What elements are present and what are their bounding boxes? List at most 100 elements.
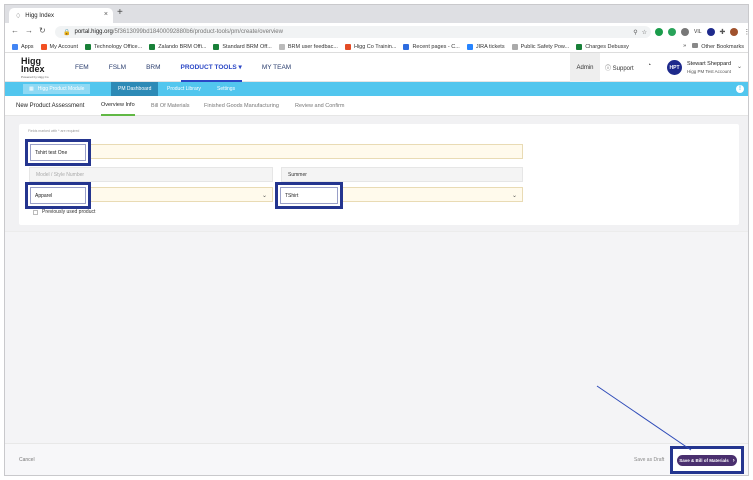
extension-vil-icon[interactable]: VIL <box>694 29 702 35</box>
product-type-value[interactable]: TShirt <box>280 187 338 204</box>
extension-green-icon[interactable] <box>655 28 663 36</box>
extension-icons: VIL ✚ ⋮ <box>655 26 748 38</box>
higg-index-logo[interactable]: Higg Index Powered by Higg Co <box>21 57 49 80</box>
zoom-icon[interactable]: ⚲ <box>633 29 637 36</box>
category-value[interactable]: Apparel <box>30 187 86 204</box>
category-select[interactable]: ⌄ <box>87 187 273 202</box>
product-name-input[interactable]: Tshirt test One <box>30 144 86 161</box>
save-and-bom-button[interactable]: Save & Bill of Materials › <box>677 455 737 466</box>
user-menu[interactable]: Stewart Sheppard Higg PM Test Account <box>687 61 731 75</box>
extension-grammarly-icon[interactable] <box>668 28 676 36</box>
bookmark-label: Charges Debussy <box>585 43 629 50</box>
history-icon[interactable]: ◔ <box>647 62 651 69</box>
reload-icon[interactable]: ↻ <box>39 26 46 35</box>
other-bookmarks[interactable]: Other Bookmarks <box>692 43 744 50</box>
main-nav: FEM FSLM BRM PRODUCT TOOLS ▾ MY TEAM <box>75 53 311 82</box>
subnav-settings[interactable]: Settings <box>210 82 242 96</box>
tab-strip: ♢ Higg Index × + <box>5 5 748 23</box>
browser-tab[interactable]: ♢ Higg Index × <box>9 8 113 23</box>
product-type-select[interactable]: ⌄ <box>337 187 523 202</box>
bookmark-item[interactable]: Zalando BRM Offi... <box>149 43 207 50</box>
cancel-button[interactable]: Cancel <box>19 457 35 463</box>
bookmark-item[interactable]: My Account <box>40 43 78 50</box>
back-arrow-icon[interactable]: ← <box>11 26 19 35</box>
higg-leaf-icon: ♢ <box>15 12 22 20</box>
subnav-pm-dashboard[interactable]: PM Dashboard <box>111 82 159 96</box>
kebab-menu-icon[interactable]: ⋮ <box>743 28 748 36</box>
bookmark-item[interactable]: Public Safety Pow... <box>511 43 569 50</box>
grid-icon: ▦ <box>29 86 34 92</box>
nav-brm[interactable]: BRM <box>146 53 160 82</box>
bookmarks-overflow[interactable]: » <box>683 43 686 50</box>
module-subnav: ▦ Higg Product Module PM Dashboard Produ… <box>5 82 748 96</box>
nav-my-team[interactable]: MY TEAM <box>262 53 291 82</box>
support-link[interactable]: ⓘ Support <box>605 63 634 72</box>
bookmark-label: BRM user feedbac... <box>287 43 338 50</box>
bookmark-icon <box>344 43 351 50</box>
module-switcher[interactable]: ▦ Higg Product Module <box>23 84 91 94</box>
close-tab-icon[interactable]: × <box>104 11 108 18</box>
assessment-tabs: New Product Assessment Overview Info Bil… <box>5 96 748 116</box>
address-bar[interactable]: 🔒 portal.higg.org /5f3613099bd1840009288… <box>55 26 651 38</box>
tab-review-confirm[interactable]: Review and Confirm <box>295 96 345 116</box>
info-icon[interactable]: ! <box>736 85 744 93</box>
bookmark-icon <box>84 43 91 50</box>
bookmark-item[interactable]: Higg Co Trainin... <box>344 43 397 50</box>
tab-bill-of-materials[interactable]: Bill Of Materials <box>151 96 190 116</box>
nav-product-tools[interactable]: PRODUCT TOOLS ▾ <box>180 53 242 82</box>
product-name-field-extension[interactable] <box>87 144 523 159</box>
bookmark-label: Higg Co Trainin... <box>353 43 397 50</box>
chevron-down-icon[interactable]: ⌄ <box>737 63 742 70</box>
bookmark-label: My Account <box>49 43 78 50</box>
bookmark-icon <box>466 43 473 50</box>
star-icon[interactable]: ☆ <box>642 29 647 36</box>
new-tab-button[interactable]: + <box>117 7 123 18</box>
tab-finished-goods[interactable]: Finished Goods Manufacturing <box>204 96 279 116</box>
support-label: Support <box>612 66 634 72</box>
bookmark-item[interactable]: Recent pages - C... <box>403 43 460 50</box>
chevron-down-icon: ⌄ <box>511 193 517 199</box>
checkbox-box[interactable] <box>33 209 38 215</box>
highlight-product-name: Tshirt test One <box>25 139 91 166</box>
app-header: Higg Index Powered by Higg Co FEM FSLM B… <box>5 53 748 82</box>
avatar[interactable]: HPT <box>667 60 682 75</box>
url-host: portal.higg.org <box>74 29 113 35</box>
save-draft-button[interactable]: Save as Draft <box>634 457 664 463</box>
bookmarks-right: » Other Bookmarks <box>683 43 744 50</box>
overview-form: Fields marked with * are required Tshirt… <box>19 124 739 225</box>
bookmark-item[interactable]: Technology Office... <box>84 43 143 50</box>
bookmark-item[interactable]: Standard BRM Off... <box>213 43 272 50</box>
previously-used-checkbox[interactable]: Previously used product <box>33 209 95 215</box>
bookmark-icon <box>213 43 220 50</box>
forward-arrow-icon[interactable]: → <box>25 26 33 35</box>
module-label: Higg Product Module <box>37 86 85 92</box>
season-select[interactable]: Summer <box>281 167 523 182</box>
required-note: Fields marked with * are required <box>28 129 80 133</box>
bookmark-icon <box>403 43 410 50</box>
chevron-down-icon: ⌄ <box>261 193 267 199</box>
bookmark-icon <box>40 43 47 50</box>
puzzle-icon[interactable]: ✚ <box>720 28 726 36</box>
admin-link[interactable]: Admin <box>570 53 600 82</box>
model-number-input[interactable]: Model / Style Number <box>29 167 273 182</box>
bookmark-item[interactable]: Charges Debussy <box>576 43 629 50</box>
bookmark-label: Standard BRM Off... <box>222 43 272 50</box>
content-area <box>5 231 748 443</box>
nav-fslm[interactable]: FSLM <box>109 53 126 82</box>
bookmark-item[interactable]: JIRA tickets <box>466 43 505 50</box>
help-icon: ⓘ <box>605 66 613 72</box>
tab-overview-info[interactable]: Overview Info <box>101 96 135 116</box>
subnav-product-library[interactable]: Product Library <box>160 82 208 96</box>
profile-avatar-icon[interactable] <box>730 28 739 36</box>
bookmark-label: Zalando BRM Offi... <box>158 43 207 50</box>
bookmark-icon <box>12 43 18 50</box>
bookmark-label: JIRA tickets <box>475 43 505 50</box>
logo-subtext: Powered by Higg Co <box>21 75 49 79</box>
nav-fem[interactable]: FEM <box>75 53 89 82</box>
bookmark-item[interactable]: BRM user feedbac... <box>278 43 338 50</box>
bookmark-icon <box>511 43 518 50</box>
bookmark-label: Technology Office... <box>93 43 143 50</box>
bookmark-item[interactable]: Apps <box>12 43 34 50</box>
extension-blue-icon[interactable] <box>706 28 715 36</box>
extension-timer-icon[interactable] <box>681 28 689 36</box>
